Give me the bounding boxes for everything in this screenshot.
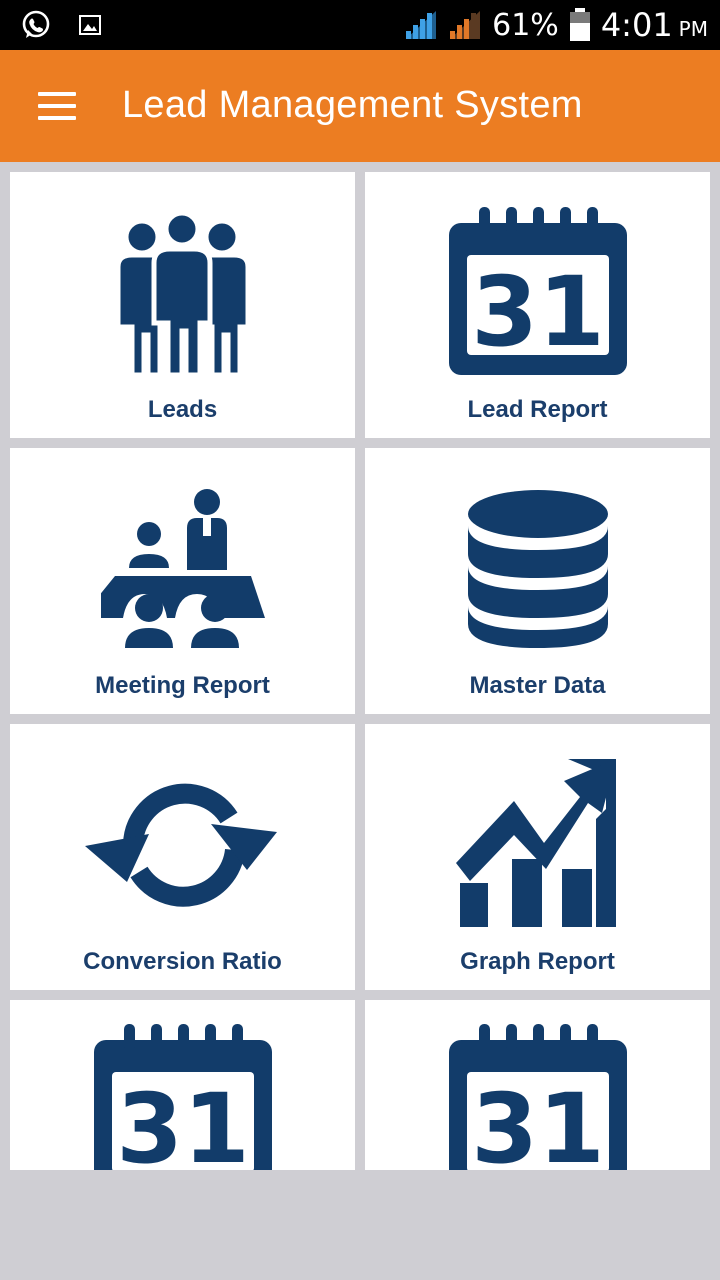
status-bar: 61% 4:01 PM: [0, 0, 720, 50]
tile-calendar-1[interactable]: 31: [10, 1000, 355, 1170]
svg-text:31: 31: [471, 256, 605, 368]
status-right-icons: 61% 4:01 PM: [404, 0, 708, 50]
meeting-icon: [100, 489, 265, 648]
app-title: Lead Management System: [122, 84, 583, 126]
tile-conversion-ratio[interactable]: Conversion Ratio: [10, 724, 355, 990]
tile-master-data[interactable]: Master Data: [365, 448, 710, 714]
tile-graph-report[interactable]: Graph Report: [365, 724, 710, 990]
battery-icon: [569, 8, 590, 41]
battery-percent: 61%: [492, 7, 559, 43]
growth-chart-icon: [455, 759, 616, 927]
hamburger-menu-icon[interactable]: [38, 92, 76, 120]
calendar-31-icon: 31: [93, 1024, 272, 1170]
tile-calendar-2[interactable]: 31: [365, 1000, 710, 1170]
tile-label: Lead Report: [467, 396, 608, 423]
dashboard-grid[interactable]: Leads 31 Lead Report Meeting Report Mast…: [0, 162, 720, 1170]
app-bar: Lead Management System: [0, 50, 720, 162]
people-group-icon: [115, 210, 250, 377]
tile-label: Graph Report: [460, 948, 615, 975]
svg-text:31: 31: [116, 1073, 250, 1170]
refresh-arrows-icon: [84, 783, 277, 907]
database-icon: [467, 490, 608, 648]
tile-label: Meeting Report: [95, 672, 270, 699]
svg-text:31: 31: [471, 1073, 605, 1170]
tile-label: Leads: [147, 396, 218, 423]
tile-leads[interactable]: Leads: [10, 172, 355, 438]
status-ampm: PM: [678, 17, 708, 41]
tile-label: Master Data: [469, 672, 606, 699]
image-icon: [79, 15, 101, 35]
signal-icon-2: [450, 11, 481, 39]
status-left-icons: [20, 9, 102, 41]
tile-lead-report[interactable]: 31 Lead Report: [365, 172, 710, 438]
status-time: 4:01: [600, 6, 673, 44]
tile-meeting-report[interactable]: Meeting Report: [10, 448, 355, 714]
whatsapp-icon: [22, 10, 50, 38]
calendar-31-icon: 31: [448, 1024, 627, 1170]
signal-icon-1: [406, 11, 437, 39]
calendar-31-icon: 31: [448, 207, 627, 375]
tile-label: Conversion Ratio: [83, 948, 282, 975]
